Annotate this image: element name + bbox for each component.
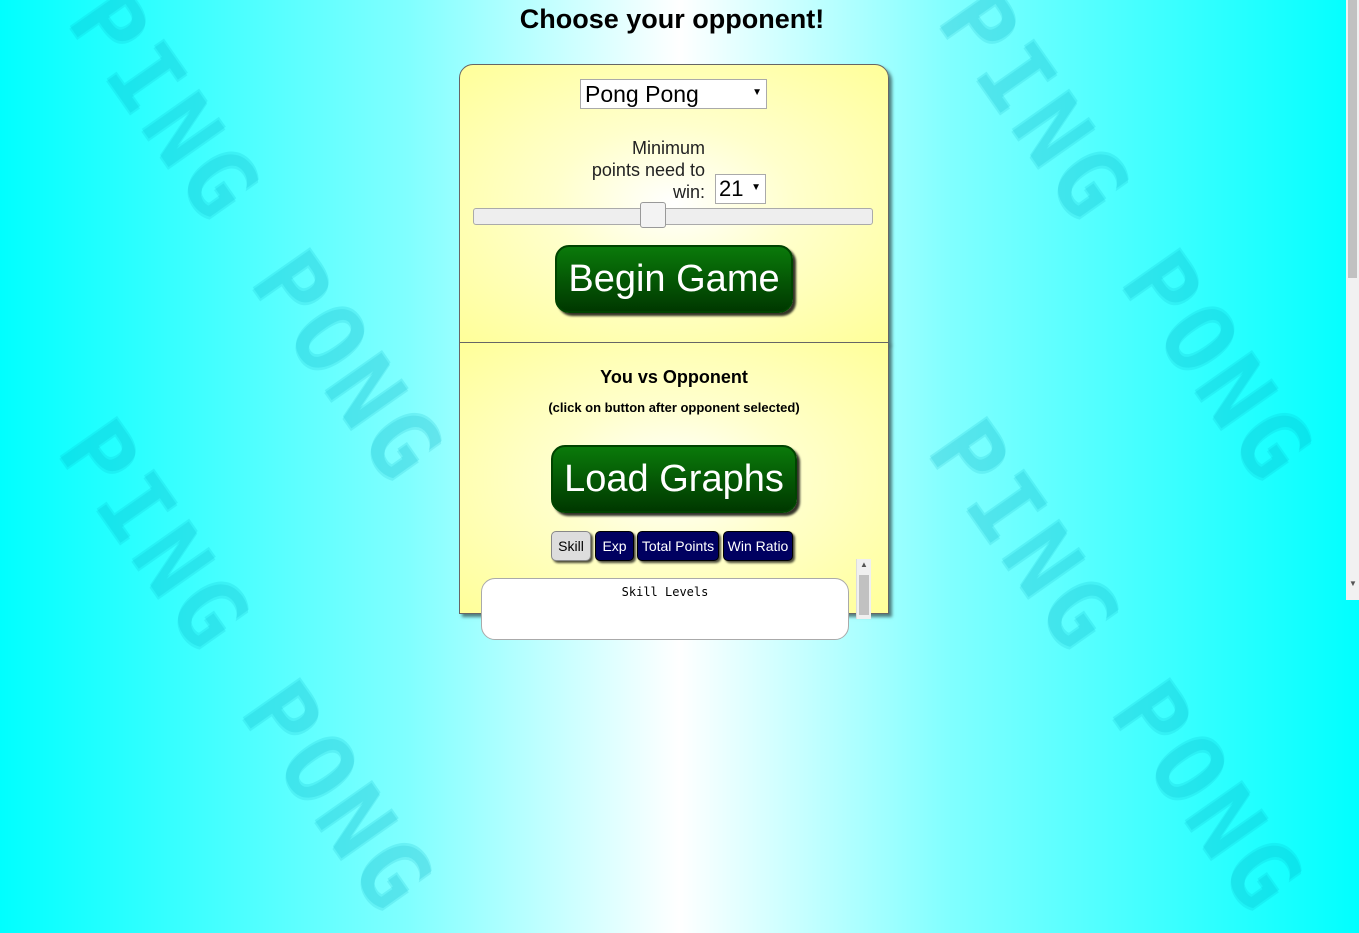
triangle-down-icon[interactable]: ▼ (1349, 579, 1357, 588)
watermark-text: PING PONG (36, 398, 458, 933)
page-scrollbar-thumb[interactable] (1348, 0, 1357, 278)
opponent-select[interactable]: Pong Pong ▼ (580, 79, 767, 109)
begin-game-button[interactable]: Begin Game (555, 245, 793, 313)
triangle-down-icon: ▼ (751, 182, 761, 193)
tab-skill[interactable]: Skill (551, 531, 591, 561)
page-title: Choose your opponent! (519, 4, 825, 34)
graph-scrollbar-thumb[interactable] (859, 575, 869, 615)
watermark-text: PING PONG (46, 0, 468, 504)
graph-title: Skill Levels (621, 585, 709, 599)
tab-total-points[interactable]: Total Points (637, 531, 719, 561)
graph-scrollbar[interactable]: ▲ (856, 559, 871, 619)
load-graphs-button[interactable]: Load Graphs (551, 445, 797, 513)
triangle-up-icon[interactable]: ▲ (860, 560, 868, 569)
graph-container: Skill Levels (481, 578, 849, 640)
tab-exp[interactable]: Exp (595, 531, 634, 561)
points-select-value: 21 (719, 176, 744, 201)
tab-win-ratio[interactable]: Win Ratio (723, 531, 793, 561)
vs-heading: You vs Opponent (600, 367, 748, 387)
points-select[interactable]: 21 ▼ (715, 174, 766, 204)
opponent-select-value: Pong Pong (585, 81, 699, 107)
watermark-text: PING PONG (906, 398, 1328, 933)
graphs-panel: You vs Opponent (click on button after o… (459, 342, 889, 640)
triangle-down-icon: ▼ (752, 87, 762, 98)
min-points-label: Minimum points need to win: (591, 138, 705, 202)
settings-panel: Pong Pong ▼ Minimum points need to win: … (459, 64, 889, 343)
instruction-note: (click on button after opponent selected… (548, 400, 800, 415)
watermark-text: PING PONG (916, 0, 1338, 504)
points-slider-track[interactable] (473, 208, 873, 225)
points-slider-thumb[interactable] (640, 202, 667, 228)
page-scrollbar[interactable]: ▼ (1346, 0, 1359, 600)
